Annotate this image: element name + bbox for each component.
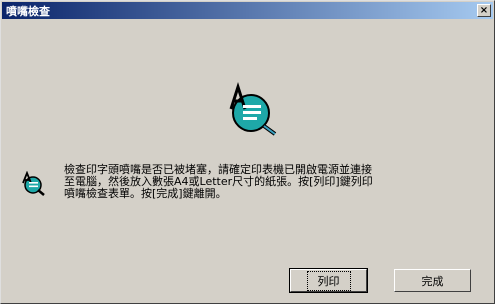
- close-button[interactable]: ×: [477, 4, 491, 17]
- print-button[interactable]: 列印: [289, 268, 368, 293]
- title-bar: 噴嘴檢查 ×: [2, 2, 493, 19]
- nozzle-check-icon-small: [22, 171, 45, 196]
- instruction-line: 噴嘴檢查表單。按[完成]鍵離開。: [64, 187, 227, 200]
- print-button-label: 列印: [306, 270, 351, 291]
- nozzle-check-icon: [229, 82, 277, 136]
- finish-button[interactable]: 完成: [394, 269, 471, 292]
- instruction-text: 檢查印字頭噴嘴是否已被堵塞，請確定印表機已開啟電源並連接 至電腦，然後放入數張A…: [64, 164, 464, 200]
- window-title: 噴嘴檢查: [6, 4, 50, 18]
- nozzle-check-dialog: 噴嘴檢查 × 檢查印字頭噴嘴是否已被堵塞，請確定印表機已開啟電源並連接 至電腦，…: [0, 0, 495, 304]
